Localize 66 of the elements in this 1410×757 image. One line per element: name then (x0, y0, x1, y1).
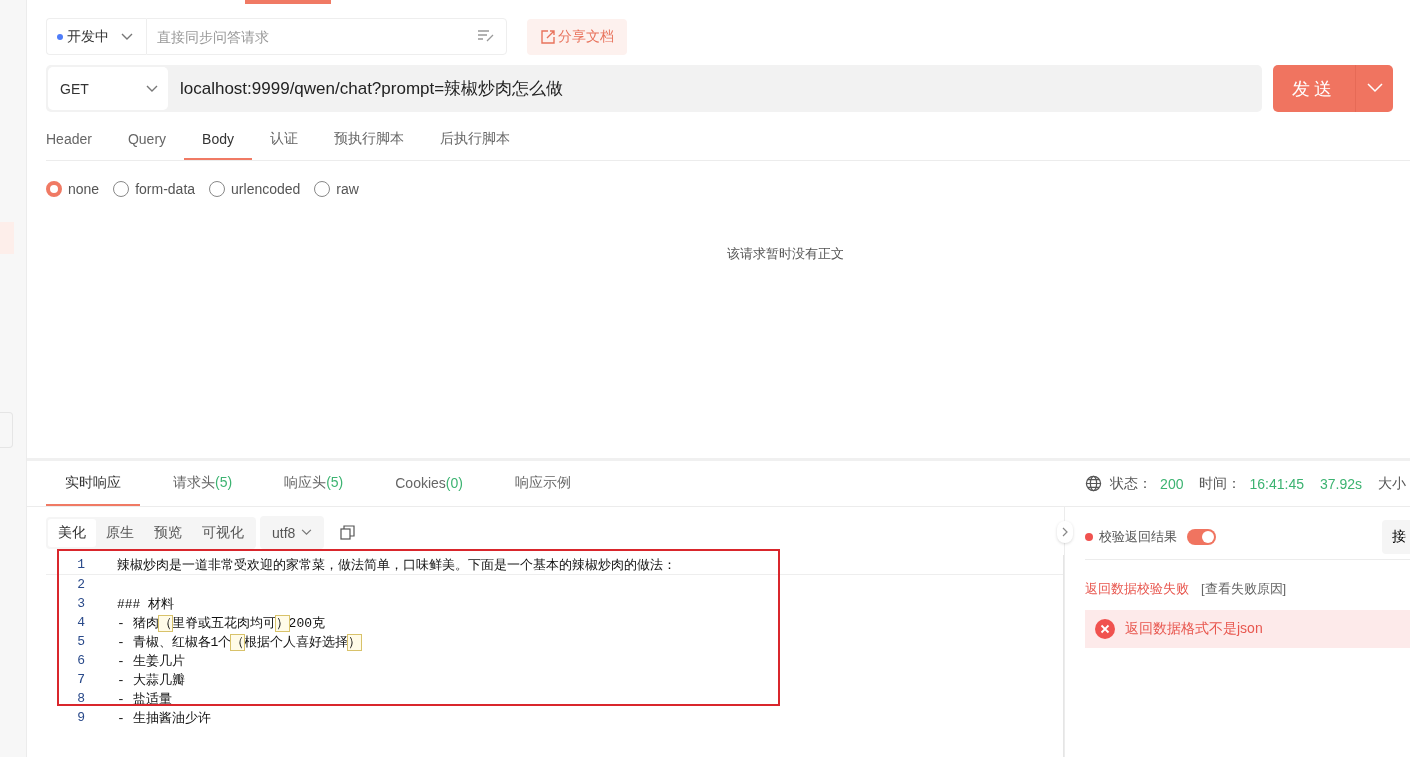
url-field[interactable]: GET localhost:9999/qwen/chat?prompt=辣椒炒肉怎么做 (46, 65, 1262, 112)
caret-icon (121, 32, 133, 41)
request-tab[interactable]: Body (184, 120, 252, 160)
collapse-handle[interactable] (1057, 521, 1073, 543)
request-tab[interactable]: 后执行脚本 (421, 120, 528, 160)
code-line: - 大蒜几瓣 (117, 671, 185, 689)
caret-icon (146, 84, 158, 93)
code-line: ### 材料 (117, 595, 175, 613)
status-dot (1085, 533, 1093, 541)
view-tab[interactable]: 原生 (96, 518, 144, 547)
view-tab[interactable]: 可视化 (192, 518, 254, 547)
radio-circle[interactable] (46, 181, 62, 197)
side-button[interactable]: 接 (1382, 520, 1410, 554)
view-tab[interactable]: 预览 (144, 518, 192, 547)
body-type-radio[interactable]: form-data (113, 181, 196, 197)
status-code: 200 (1160, 475, 1184, 492)
url-text: localhost:9999/qwen/chat?prompt=辣椒炒肉怎么做 (180, 78, 564, 100)
request-name-field[interactable]: 直接同步问答请求 (146, 18, 507, 55)
request-tab[interactable]: Query (109, 120, 185, 160)
request-tab[interactable]: Header (46, 120, 110, 160)
time-label: 时间： (1199, 474, 1242, 493)
body-type-radio[interactable]: raw (314, 181, 359, 197)
error-message: 返回数据格式不是json (1125, 620, 1263, 638)
response-tab[interactable]: 实时响应 (46, 461, 140, 506)
empty-body-message: 该请求暂时没有正文 (727, 246, 844, 261)
view-tab[interactable]: 美化 (48, 518, 96, 547)
line-number: 9 (76, 710, 85, 725)
size-label: 大小 (1378, 474, 1406, 493)
caret-icon (1366, 83, 1383, 93)
line-number: 7 (76, 672, 85, 687)
code-line: 辣椒炒肉是一道非常受欢迎的家常菜，做法简单，口味鲜美。下面是一个基本的辣椒炒肉的做法： (117, 556, 676, 574)
code-line: - 生姜几片 (117, 652, 185, 670)
line-number: 8 (76, 691, 85, 706)
body-type-radio[interactable]: none (46, 181, 100, 197)
line-number: 1 (76, 557, 85, 572)
time-value: 16:41:45 (1249, 475, 1304, 492)
response-tab[interactable]: Cookies(0) (376, 461, 482, 506)
failure-reason-link[interactable]: [查看失败原因] (1201, 580, 1287, 598)
line-number: 5 (76, 634, 85, 649)
line-number: 6 (76, 653, 85, 668)
response-tab[interactable]: 响应示例 (495, 461, 590, 506)
code-line: - 青椒、红椒各1个（根据个人喜好选择） (117, 633, 362, 651)
code-line: - 生抽酱油少许 (117, 709, 211, 727)
validation-label: 校验返回结果 (1099, 528, 1177, 546)
code-line: - 盐适量 (117, 690, 172, 708)
encoding-select[interactable]: utf8 (260, 516, 325, 549)
edit-list-icon[interactable] (477, 29, 495, 43)
response-tab[interactable]: 响应头(5) (265, 461, 363, 506)
request-tab[interactable]: 认证 (251, 120, 316, 160)
caret-icon (301, 529, 313, 536)
status-label: 状态： (1110, 474, 1153, 493)
validation-toggle[interactable] (1187, 529, 1216, 545)
response-tab[interactable]: 请求头(5) (154, 461, 252, 506)
share-icon (540, 29, 555, 44)
line-number: 4 (76, 615, 85, 630)
duration-value: 37.92s (1319, 475, 1362, 492)
copy-icon[interactable] (340, 525, 356, 540)
line-number: 3 (76, 596, 85, 611)
body-type-radio[interactable]: urlencoded (209, 181, 301, 197)
request-tab[interactable]: 预执行脚本 (315, 120, 422, 160)
error-icon (1095, 619, 1115, 639)
method-select[interactable]: GET (48, 67, 168, 110)
send-menu-button[interactable] (1355, 65, 1393, 112)
line-number: 2 (76, 577, 85, 592)
globe-icon (1085, 475, 1103, 492)
validation-result: 返回数据校验失败 (1085, 580, 1189, 598)
